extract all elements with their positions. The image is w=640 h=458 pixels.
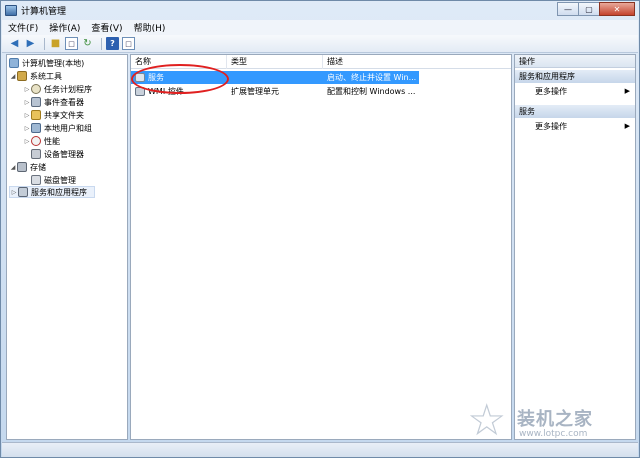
- tree-item-event-viewer[interactable]: ▷ 事件查看器: [23, 96, 84, 108]
- results-list-pane[interactable]: 名称 类型 描述 服务 启动、终止并设置 Win... WMI 控件 扩展管理单…: [130, 54, 512, 440]
- title-bar[interactable]: 计算机管理 — ▢ ✕: [1, 1, 639, 19]
- collapsed-arrow-icon[interactable]: ▷: [23, 138, 31, 145]
- tree-label: 性能: [44, 136, 60, 146]
- actions-section-services[interactable]: 服务: [515, 105, 635, 118]
- tree-item-services-apps[interactable]: ▷ 服务和应用程序: [9, 186, 95, 198]
- submenu-arrow-icon: ▶: [624, 122, 630, 130]
- more-actions-label: 更多操作: [535, 87, 567, 96]
- expanded-arrow-icon[interactable]: ◢: [9, 73, 17, 80]
- tree-item-task-scheduler[interactable]: ▷ 任务计划程序: [23, 83, 92, 95]
- menu-view[interactable]: 查看(V): [91, 21, 122, 34]
- device-manager-icon: [31, 149, 41, 159]
- show-hide-action-pane-icon[interactable]: □: [122, 37, 135, 50]
- row-description: 启动、终止并设置 Win...: [327, 73, 417, 82]
- tree-item-shared-folders[interactable]: ▷ 共享文件夹: [23, 109, 84, 121]
- actions-section-services-apps[interactable]: 服务和应用程序: [515, 70, 635, 83]
- forward-arrow-icon[interactable]: ▶: [24, 37, 37, 50]
- collapsed-arrow-icon[interactable]: ▷: [10, 189, 18, 196]
- collapsed-arrow-icon[interactable]: ▷: [23, 86, 31, 93]
- tree-item-system-tools[interactable]: ◢ 系统工具: [9, 70, 62, 82]
- menu-help[interactable]: 帮助(H): [134, 21, 166, 34]
- watermark-url: www.lotpc.com: [519, 429, 588, 439]
- clock-icon: [31, 84, 41, 94]
- close-button[interactable]: ✕: [599, 2, 635, 16]
- storage-icon: [17, 162, 27, 172]
- actions-title: 操作: [515, 55, 635, 68]
- more-actions-item[interactable]: 更多操作 ▶: [515, 85, 635, 98]
- tree-item-storage[interactable]: ◢ 存储: [9, 161, 46, 173]
- submenu-arrow-icon: ▶: [624, 87, 630, 95]
- services-apps-icon: [18, 187, 28, 197]
- tree-label: 系统工具: [30, 71, 62, 81]
- tree-label: 磁盘管理: [44, 175, 76, 185]
- back-arrow-icon[interactable]: ◀: [8, 37, 21, 50]
- menu-file[interactable]: 文件(F): [8, 21, 38, 34]
- annotation-ellipse: [131, 64, 229, 94]
- tree-item-device-manager[interactable]: 设备管理器: [31, 148, 84, 160]
- column-header-type[interactable]: 类型: [227, 55, 323, 69]
- toolbar: ◀ ▶ ■ □ ↻ ? □: [2, 35, 638, 53]
- menu-action[interactable]: 操作(A): [49, 21, 80, 34]
- watermark: ☆ 装机之家 www.lotpc.com: [467, 399, 637, 445]
- tree-label: 本地用户和组: [44, 123, 92, 133]
- collapsed-arrow-icon[interactable]: ▷: [23, 125, 31, 132]
- computer-management-icon: [5, 4, 17, 16]
- up-folder-icon[interactable]: ■: [49, 37, 62, 50]
- star-logo-icon: ☆: [467, 395, 507, 446]
- tools-icon: [17, 71, 27, 81]
- tree-label: 计算机管理(本地): [22, 58, 85, 68]
- tree-label: 共享文件夹: [44, 110, 84, 120]
- performance-icon: [31, 136, 41, 146]
- users-icon: [31, 123, 41, 133]
- mmc-window: 计算机管理 — ▢ ✕ 文件(F) 操作(A) 查看(V) 帮助(H) ◀ ▶ …: [0, 0, 640, 458]
- tree-label: 存储: [30, 162, 46, 172]
- watermark-text: 装机之家: [517, 409, 593, 430]
- tree-label: 事件查看器: [44, 97, 84, 107]
- disk-icon: [31, 175, 41, 185]
- expanded-arrow-icon[interactable]: ◢: [9, 164, 17, 171]
- collapsed-arrow-icon[interactable]: ▷: [23, 99, 31, 106]
- collapsed-arrow-icon[interactable]: ▷: [23, 112, 31, 119]
- more-actions-label: 更多操作: [535, 122, 567, 131]
- column-header-description[interactable]: 描述: [323, 55, 511, 69]
- console-tree-pane[interactable]: 计算机管理(本地) ◢ 系统工具 ▷ 任务计划程序 ▷ 事件查看器 ▷ 共享文件…: [6, 54, 128, 440]
- more-actions-item[interactable]: 更多操作 ▶: [515, 120, 635, 133]
- event-viewer-icon: [31, 97, 41, 107]
- tree-label: 设备管理器: [44, 149, 84, 159]
- menu-bar: 文件(F) 操作(A) 查看(V) 帮助(H): [2, 20, 638, 35]
- tree-item-root[interactable]: 计算机管理(本地): [9, 57, 84, 69]
- refresh-icon[interactable]: ↻: [81, 37, 94, 50]
- tree-item-disk-management[interactable]: 磁盘管理: [31, 174, 76, 186]
- toolbar-separator: [44, 37, 45, 50]
- tree-item-performance[interactable]: ▷ 性能: [23, 135, 60, 147]
- tree-label: 服务和应用程序: [31, 187, 87, 197]
- maximize-button[interactable]: ▢: [578, 2, 600, 16]
- shared-folder-icon: [31, 110, 41, 120]
- row-description: 配置和控制 Windows ...: [327, 87, 416, 96]
- help-icon[interactable]: ?: [106, 37, 119, 50]
- tree-label: 任务计划程序: [44, 84, 92, 94]
- actions-pane: 操作 服务和应用程序 更多操作 ▶ 服务 更多操作 ▶: [514, 54, 636, 440]
- minimize-button[interactable]: —: [557, 2, 579, 16]
- computer-management-icon: [9, 58, 19, 68]
- show-hide-tree-icon[interactable]: □: [65, 37, 78, 50]
- toolbar-separator: [101, 37, 102, 50]
- tree-item-local-users[interactable]: ▷ 本地用户和组: [23, 122, 92, 134]
- row-type: 扩展管理单元: [231, 87, 279, 96]
- window-title: 计算机管理: [21, 6, 67, 17]
